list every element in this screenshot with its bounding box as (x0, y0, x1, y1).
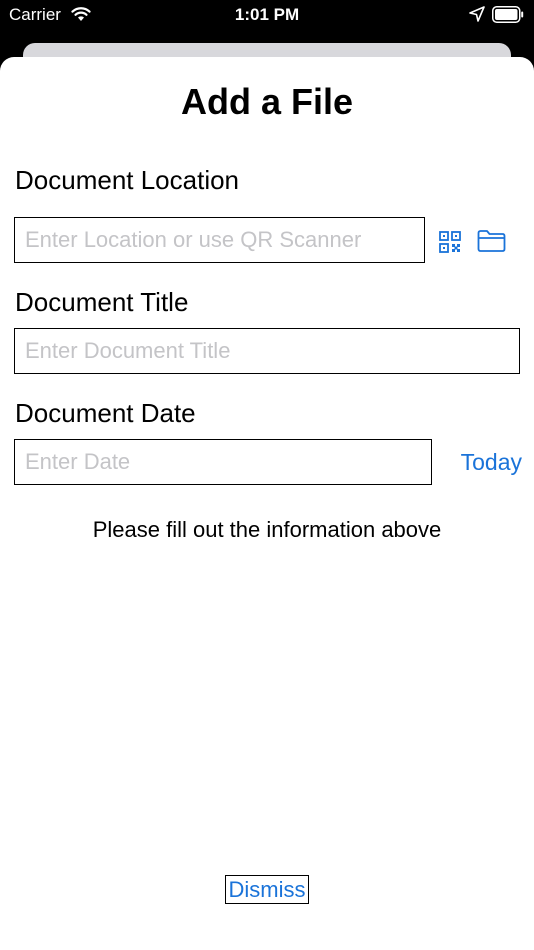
document-date-label: Document Date (15, 398, 196, 428)
page-title: Add a File (180, 81, 354, 122)
document-location-label: Document Location (15, 165, 240, 195)
screen: Carrier 1:01 PM Add a File Document Loca… (0, 0, 534, 950)
qr-code-icon[interactable] (439, 231, 461, 253)
info-message: Please fill out the information above (92, 517, 442, 542)
dismiss-button[interactable]: Dismiss (225, 875, 309, 904)
document-date-input[interactable] (14, 439, 432, 485)
location-arrow-icon (469, 6, 485, 22)
document-title-input[interactable] (14, 328, 520, 374)
add-file-sheet: Add a File Document Location Document Ti… (0, 57, 534, 950)
status-time: 1:01 PM (234, 5, 300, 24)
folder-icon[interactable] (477, 229, 506, 253)
document-title-label: Document Title (15, 287, 189, 317)
battery-icon (492, 6, 524, 23)
status-bar: Carrier 1:01 PM (0, 0, 534, 32)
today-button[interactable]: Today (440, 449, 522, 476)
document-location-input[interactable] (14, 217, 425, 263)
